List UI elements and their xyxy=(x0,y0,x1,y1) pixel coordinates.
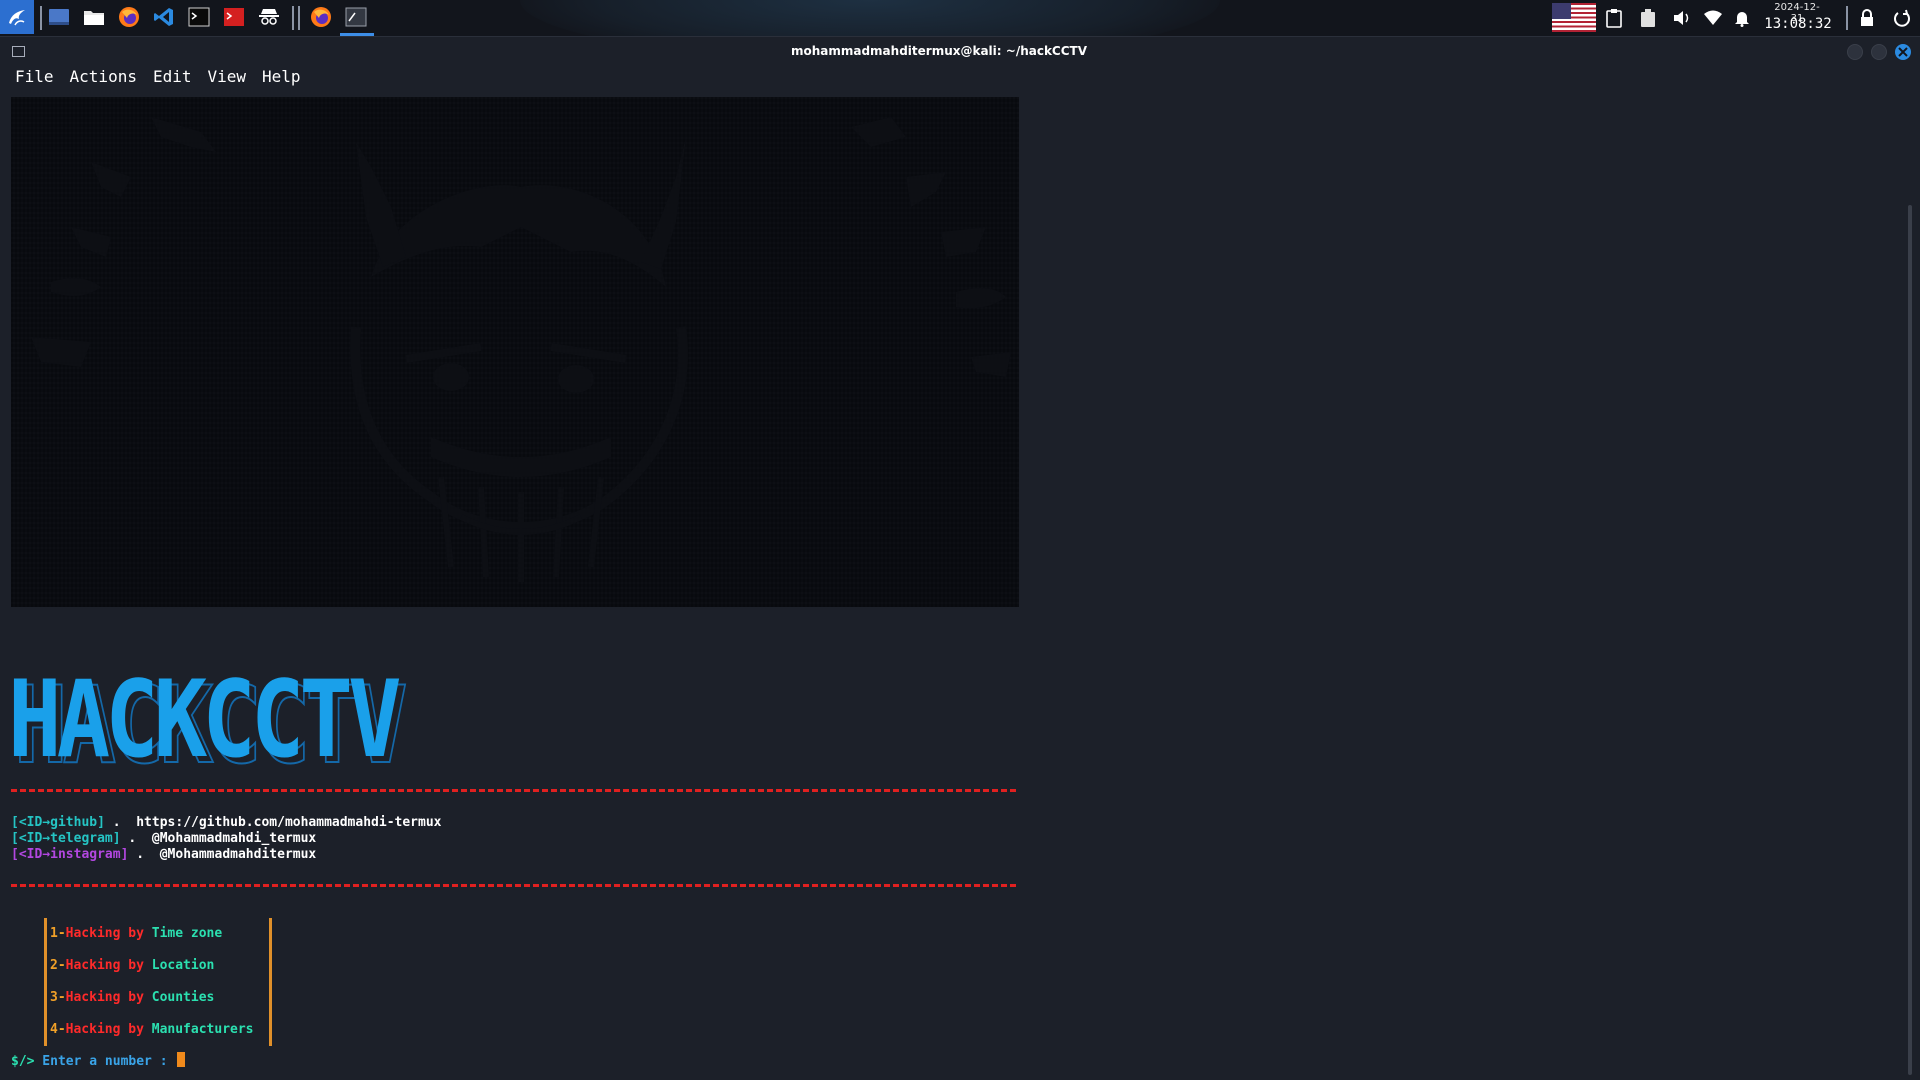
panel-separator xyxy=(292,6,294,30)
minimize-button[interactable] xyxy=(1847,44,1863,60)
kali-dragon-icon[interactable] xyxy=(0,0,34,34)
terminal-scrollbar[interactable] xyxy=(1908,205,1912,1075)
top-panel: 2024-12-31 13:08:32 xyxy=(0,0,1920,37)
menu-actions[interactable]: Actions xyxy=(70,65,137,89)
ascii-art-image xyxy=(11,97,1019,607)
divider-dashed xyxy=(11,789,1019,792)
option-counties: 3-Hacking by Counties xyxy=(50,990,215,1005)
input-prompt[interactable]: $/> Enter a number : xyxy=(11,1052,186,1070)
link-github: [<ID→github] . https://github.com/mohamm… xyxy=(11,815,442,830)
window-title: mohammadmahditermux@kali: ~/hackCCTV xyxy=(790,44,1088,58)
lock-icon[interactable] xyxy=(1857,8,1877,28)
link-instagram: [<ID→instagram] . @Mohammadmahditermux xyxy=(11,847,317,862)
panel-separator xyxy=(40,6,42,30)
battery-icon[interactable] xyxy=(1638,8,1658,28)
terminal-window-icon[interactable] xyxy=(344,5,368,29)
banner-text: HACKCCTV xyxy=(8,658,402,781)
menu-view[interactable]: View xyxy=(208,65,247,89)
firefox-icon[interactable] xyxy=(309,5,333,29)
option-timezone: 1-Hacking by Time zone xyxy=(50,926,223,941)
prompt-symbol: $/> xyxy=(11,1054,35,1069)
volume-icon[interactable] xyxy=(1672,8,1692,28)
terminal-output[interactable]: HACKCCTV HACKCCTV [<ID→github] . https:/… xyxy=(0,89,1906,1080)
panel-separator xyxy=(298,6,300,30)
telegram-handle: @Mohammadmahdi_termux xyxy=(151,831,317,846)
text-cursor xyxy=(177,1052,186,1067)
menu-edit[interactable]: Edit xyxy=(153,65,192,89)
window-menubar: File Actions Edit View Help xyxy=(0,65,1920,89)
incognito-icon[interactable] xyxy=(257,5,281,29)
red-terminal-icon[interactable] xyxy=(222,5,246,29)
option-manufacturers: 4-Hacking by Manufacturers xyxy=(50,1022,254,1037)
link-telegram: [<ID→telegram] . @Mohammadmahdi_termux xyxy=(11,831,317,846)
menu-file[interactable]: File xyxy=(15,65,54,89)
github-url[interactable]: https://github.com/mohammadmahdi-termux xyxy=(136,815,441,830)
menu-help[interactable]: Help xyxy=(262,65,301,89)
hackcctv-banner: HACKCCTV HACKCCTV xyxy=(8,658,548,781)
power-icon[interactable] xyxy=(1892,8,1912,28)
vscode-icon[interactable] xyxy=(152,5,176,29)
close-icon xyxy=(1898,47,1908,57)
maximize-button[interactable] xyxy=(1871,44,1887,60)
bell-icon[interactable] xyxy=(1732,8,1752,28)
firefox-icon[interactable] xyxy=(117,5,141,29)
close-button[interactable] xyxy=(1895,44,1911,60)
desktop-icon[interactable] xyxy=(47,5,71,29)
prompt-text: Enter a number : xyxy=(34,1054,176,1069)
clock-time[interactable]: 13:08:32 xyxy=(1760,16,1836,32)
option-location: 2-Hacking by Location xyxy=(50,958,215,973)
file-manager-icon[interactable] xyxy=(82,5,106,29)
divider-dashed xyxy=(11,884,1019,887)
us-flag-icon[interactable] xyxy=(1552,3,1596,32)
panel-separator xyxy=(1846,6,1848,30)
window-titlebar[interactable]: mohammadmahditermux@kali: ~/hackCCTV xyxy=(0,37,1920,65)
clipboard-icon[interactable] xyxy=(1604,8,1624,28)
terminal-icon[interactable] xyxy=(187,5,211,29)
active-task-indicator xyxy=(340,33,374,36)
wallpaper-art xyxy=(520,0,1220,36)
instagram-handle: @Mohammadmahditermux xyxy=(159,847,317,862)
network-icon[interactable] xyxy=(1703,8,1723,28)
